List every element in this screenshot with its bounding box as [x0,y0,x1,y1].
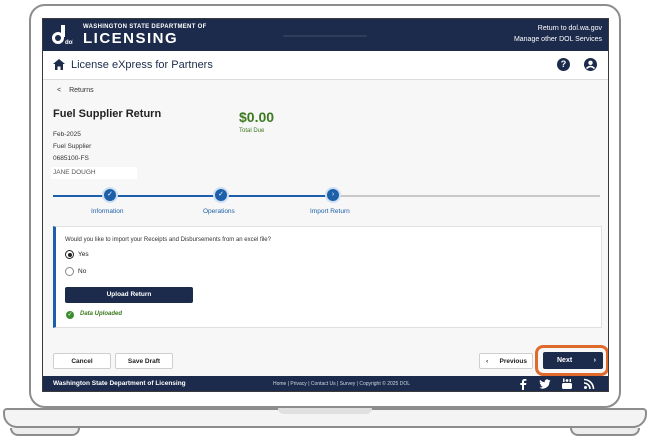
home-icon[interactable] [53,59,65,70]
logo-initials: dol [65,40,73,45]
return-title: Fuel Supplier Return [53,108,162,120]
radio-no-label[interactable]: No [78,268,86,275]
site-footer: Washington State Department of Licensing… [43,376,608,391]
laptop-notch [278,408,372,414]
return-type: Fuel Supplier [53,143,92,150]
footer-links[interactable]: Home | Privacy | Contact Us | Survey | C… [273,381,410,387]
agency-name-main: LICENSING [83,30,179,47]
total-due-label: Total Due [239,128,265,134]
chevron-left-icon: < [57,87,62,94]
step-operations-label[interactable]: Operations [203,208,235,215]
manage-services-link[interactable]: Manage other DOL Services [514,36,602,43]
upload-return-button[interactable]: Upload Return [65,287,193,303]
app-title[interactable]: License eXpress for Partners [71,59,213,71]
twitter-icon[interactable] [539,378,551,390]
youtube-icon[interactable] [561,378,573,390]
laptop-foot-right [570,428,640,436]
license-number: 0685100-FS [53,155,89,162]
save-draft-button[interactable]: Save Draft [115,353,173,369]
import-card: Would you like to import your Receipts a… [53,226,602,328]
stepper-progress-line [53,195,333,197]
step-import-return-label[interactable]: Import Return [310,208,350,215]
import-question: Would you like to import your Receipts a… [65,237,271,243]
back-link-label: Returns [69,87,94,94]
cancel-button[interactable]: Cancel [53,353,111,369]
screen: dol WASHINGTON STATE DEPARTMENT OF LICEN… [42,18,609,392]
step-operations-icon: ✓ [215,189,227,201]
dol-logo-icon: dol [52,25,73,45]
next-label: Next [557,357,573,364]
radio-yes[interactable] [65,250,74,259]
help-icon[interactable]: ? [557,58,570,71]
app-bar: License eXpress for Partners ? [43,51,608,80]
previous-button[interactable]: ‹ Previous [479,353,533,369]
next-button[interactable]: Next › [543,352,603,369]
check-circle-icon: ✓ [66,311,74,319]
user-account-icon[interactable] [584,58,597,71]
return-to-dol-link[interactable]: Return to dol.wa.gov [538,25,602,32]
total-due-amount: $0.00 [239,109,275,125]
upload-status-text: Data Uploaded [80,311,123,317]
step-information-icon: ✓ [104,189,116,201]
back-to-returns-link[interactable]: < Returns [57,87,94,94]
facebook-icon[interactable] [517,378,529,390]
step-information-label[interactable]: Information [91,208,124,215]
radio-no[interactable] [65,267,74,276]
footer-title: Washington State Department of Licensing [53,380,186,387]
stepper-remaining-line [333,195,600,197]
rss-icon[interactable] [583,378,595,390]
return-period: Feb-2025 [53,131,81,138]
laptop-camera-bar [283,35,367,37]
account-name: JANE DOUGH [51,167,137,179]
main-content: < Returns Fuel Supplier Return $0.00 Tota… [43,80,608,376]
chevron-right-icon: › [593,357,596,364]
laptop-foot-left [10,428,80,436]
chevron-left-icon: ‹ [486,358,489,365]
previous-label: Previous [499,358,527,365]
step-import-return-icon: › [327,189,339,201]
radio-yes-label[interactable]: Yes [78,251,89,258]
